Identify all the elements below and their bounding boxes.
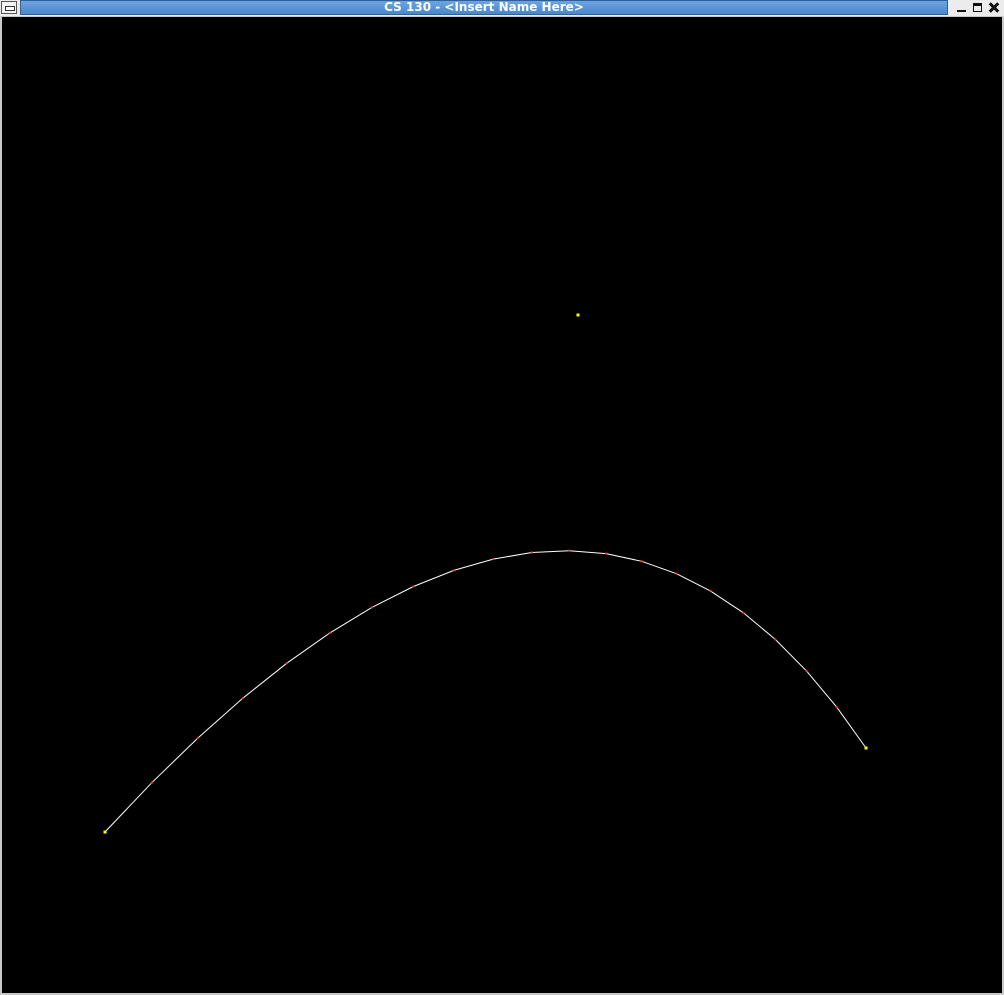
curve-sample-point	[675, 572, 678, 575]
minimize-icon[interactable]	[954, 0, 970, 15]
curve-sample-point	[709, 589, 712, 592]
title-bar[interactable]: CS 130 - <Insert Name Here>	[0, 0, 1004, 16]
curve-sample-point	[285, 662, 288, 665]
bezier-curve	[104, 550, 867, 833]
curve-sample-point	[640, 560, 643, 563]
drawing-canvas[interactable]	[2, 17, 1002, 993]
curve-sample-point	[805, 669, 808, 672]
control-point[interactable]	[103, 830, 107, 834]
curve-sample-point	[492, 558, 495, 561]
app-window: CS 130 - <Insert Name Here>	[0, 0, 1004, 995]
curve-sample-point	[605, 552, 607, 555]
window-menu-icon[interactable]	[1, 1, 17, 14]
window-title: CS 130 - <Insert Name Here>	[384, 0, 584, 14]
curve-sample-point	[835, 706, 838, 709]
curve-sample-point	[196, 737, 199, 740]
curve-sample-point	[150, 781, 153, 784]
close-icon[interactable]	[986, 0, 1002, 15]
curve-canvas-svg	[103, 313, 868, 834]
curve-sample-point	[412, 585, 415, 588]
control-point[interactable]	[576, 313, 580, 317]
curve-sample-point	[774, 638, 777, 641]
control-point[interactable]	[864, 746, 868, 750]
curve-sample-point	[328, 631, 331, 634]
curve-sample-point	[241, 697, 244, 700]
curve-sample-point	[452, 569, 455, 572]
maximize-icon[interactable]	[970, 0, 986, 15]
curve-sample-point	[742, 611, 745, 614]
title-bar-center[interactable]: CS 130 - <Insert Name Here>	[20, 0, 948, 15]
curve-sample-point	[568, 549, 571, 552]
curve-sample-point	[371, 606, 374, 609]
curve-sample-point	[530, 551, 533, 554]
